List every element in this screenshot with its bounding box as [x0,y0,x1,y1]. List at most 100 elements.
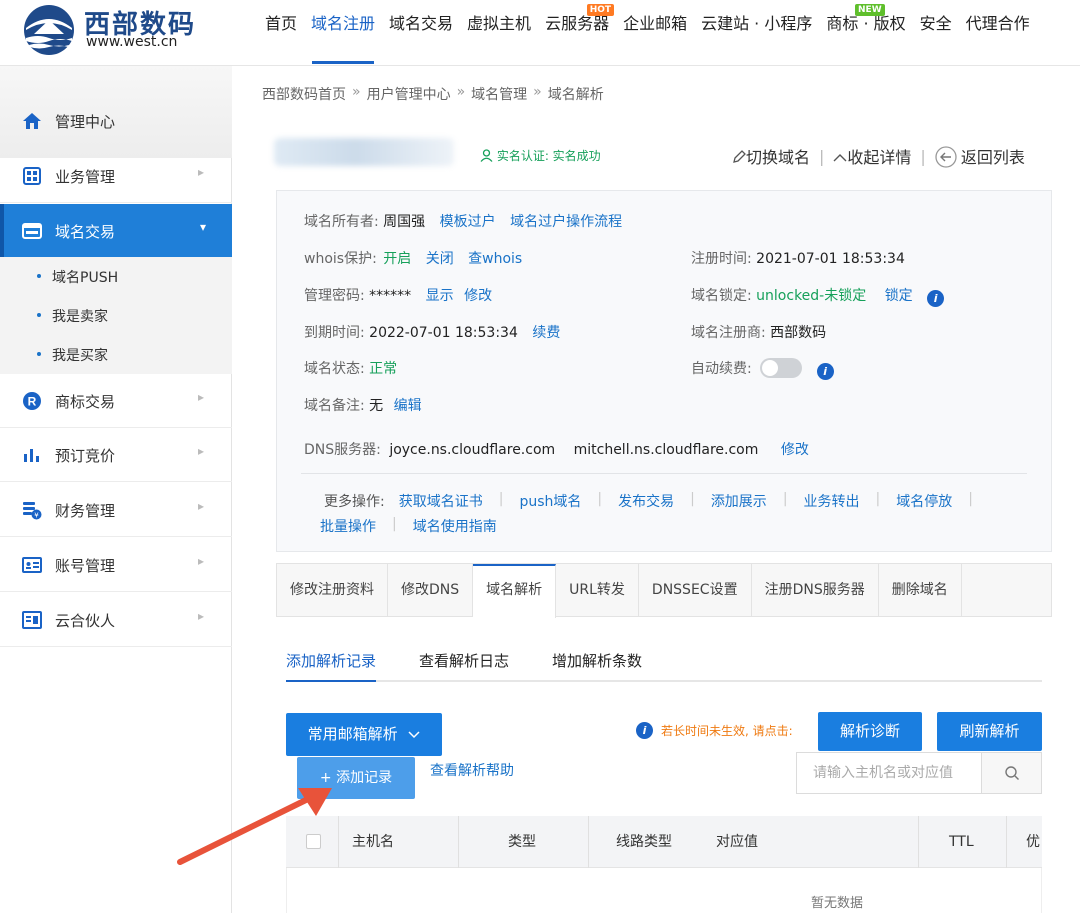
tab-edit-dns[interactable]: 修改DNS [388,564,474,616]
refresh-button[interactable]: 刷新解析 [937,712,1042,751]
pencil-icon [733,150,746,163]
notice-text: i 若长时间未生效, 请点击: [636,722,793,739]
whois-on-link[interactable]: 开启 [383,251,411,267]
lock-link[interactable]: 锁定 [885,288,913,304]
breadcrumb-user-center[interactable]: 用户管理中心 [367,84,451,104]
autorenew-row: 自动续费: i [691,358,834,380]
back-to-list-button[interactable]: 返回列表 [935,144,1025,168]
nav-cloud-server[interactable]: 云服务器 HOT [538,0,616,66]
r-trademark-icon: R [23,392,41,410]
chevron-down-icon [408,731,420,739]
search-button[interactable] [981,753,1041,793]
collapse-details-button[interactable]: 收起详情 [833,144,911,168]
home-icon [23,113,41,129]
tab-dnssec[interactable]: DNSSEC设置 [639,564,752,616]
col-line[interactable]: 线路类型 [616,816,672,868]
sidebar-item-domain-trade[interactable]: 域名交易 ▾ [0,204,232,258]
status-badge: 正常 [369,361,398,377]
breadcrumb-domain-mgmt[interactable]: 域名管理 [471,84,527,104]
breadcrumb-current: 域名解析 [547,87,604,103]
add-display-link[interactable]: 添加展示 [711,491,767,511]
breadcrumb-separator-icon: » [352,84,361,100]
nav-security[interactable]: 安全 [913,0,959,66]
sidebar-subitem-buyer[interactable]: 我是买家 [0,335,232,374]
subtab-view-log[interactable]: 查看解析日志 [419,650,509,682]
resolution-subtabs: 添加解析记录 查看解析日志 增加解析条数 [286,650,1042,682]
sidebar-item-trademark[interactable]: R 商标交易 ▸ [0,374,232,428]
tab-register-dns-server[interactable]: 注册DNS服务器 [752,564,879,616]
resolve-help-link[interactable]: 查看解析帮助 [430,760,514,780]
mail-resolve-dropdown[interactable]: 常用邮箱解析 [286,713,442,756]
coins-icon: ¥ [23,502,42,520]
nav-enterprise-mail[interactable]: 企业邮箱 [616,0,694,66]
change-dns-link[interactable]: 修改 [781,442,809,458]
domain-header: 实名认证: 实名成功 切换域名 | 收起详情 | 返回列表 [262,132,1062,178]
reg-time-row: 注册时间: 2021-07-01 18:53:34 [691,251,905,267]
sidebar-item-partner[interactable]: 云合伙人 ▸ [0,593,232,647]
search-icon [1005,766,1019,780]
get-cert-link[interactable]: 获取域名证书 [399,491,483,511]
records-table-header: 主机名 类型 线路类型 对应值 TTL 优 [286,816,1042,868]
show-password-link[interactable]: 显示 [426,288,454,304]
autorenew-toggle[interactable] [760,358,803,378]
park-domain-link[interactable]: 域名停放 [896,491,952,511]
template-transfer-link[interactable]: 模板过户 [440,214,496,230]
sidebar-item-finance[interactable]: ¥ 财务管理 ▸ [0,483,232,537]
change-password-link[interactable]: 修改 [464,288,492,304]
sidebar-item-account[interactable]: 账号管理 ▸ [0,538,232,592]
sidebar-item-bidding[interactable]: 预订竞价 ▸ [0,428,232,482]
col-value[interactable]: 对应值 [716,816,758,868]
sidebar-subitem-seller[interactable]: 我是卖家 [0,296,232,335]
tab-delete-domain[interactable]: 删除域名 [879,564,962,616]
col-priority[interactable]: 优 [1026,816,1040,868]
info-icon[interactable]: i [816,363,834,380]
switch-domain-button[interactable]: 切换域名 [732,144,810,168]
chevron-right-icon: ▸ [198,390,205,404]
breadcrumb: 西部数码首页 » 用户管理中心 » 域名管理 » 域名解析 [262,84,604,104]
tab-dns-resolution[interactable]: 域名解析 [473,564,557,618]
whois-row: whois保护: 开启 关闭 查whois [304,251,523,267]
breadcrumb-home[interactable]: 西部数码首页 [262,84,346,104]
main-nav: 首页 域名注册 域名交易 虚拟主机 云服务器 HOT 企业邮箱 云建站 · 小程… [258,0,1037,66]
more-actions-row2: 批量操作 | 域名使用指南 [320,516,497,536]
nav-trademark[interactable]: 商标 · 版权 NEW [819,0,912,66]
sidebar-item-business[interactable]: 业务管理 ▸ [0,149,232,203]
chevron-right-icon: ▸ [198,499,205,513]
nav-virtual-host[interactable]: 虚拟主机 [460,0,538,66]
chevron-up-icon [833,154,847,162]
info-icon[interactable]: i [927,290,945,307]
search-input[interactable] [797,753,981,793]
publish-trade-link[interactable]: 发布交易 [618,491,674,511]
whois-query-link[interactable]: 查whois [468,251,522,267]
tab-edit-registration[interactable]: 修改注册资料 [277,564,388,616]
nav-domain-register[interactable]: 域名注册 [304,0,382,66]
grid-icon [23,167,41,185]
sidebar-subitem-push[interactable]: 域名PUSH [0,257,232,296]
usage-guide-link[interactable]: 域名使用指南 [413,516,497,536]
partner-icon [22,611,42,629]
batch-ops-link[interactable]: 批量操作 [320,516,376,536]
whois-off-link[interactable]: 关闭 [426,251,454,267]
col-type[interactable]: 类型 [508,816,536,868]
col-host[interactable]: 主机名 [352,816,394,868]
chevron-right-icon: ▸ [198,444,205,458]
col-ttl[interactable]: TTL [949,816,974,868]
transfer-out-link[interactable]: 业务转出 [804,491,860,511]
info-icon: i [636,722,653,739]
nav-agent[interactable]: 代理合作 [959,0,1037,66]
dns-row: DNS服务器: joyce.ns.cloudflare.com mitchell… [304,442,809,458]
bullet-icon [37,352,41,356]
sidebar-item-admin-center[interactable]: 管理中心 [0,94,232,148]
tab-url-forward[interactable]: URL转发 [556,564,639,616]
nav-home[interactable]: 首页 [258,0,304,66]
push-domain-link[interactable]: push域名 [519,491,581,511]
renew-link[interactable]: 续费 [532,325,560,341]
edit-note-link[interactable]: 编辑 [394,398,422,414]
diagnose-button[interactable]: 解析诊断 [818,712,922,751]
subtab-add-quota[interactable]: 增加解析条数 [552,650,642,682]
transfer-guide-link[interactable]: 域名过户操作流程 [510,214,622,230]
subtab-add-record[interactable]: 添加解析记录 [286,650,377,682]
logo-icon[interactable] [20,4,78,56]
nav-site-builder[interactable]: 云建站 · 小程序 [694,0,819,66]
nav-domain-trade[interactable]: 域名交易 [382,0,460,66]
